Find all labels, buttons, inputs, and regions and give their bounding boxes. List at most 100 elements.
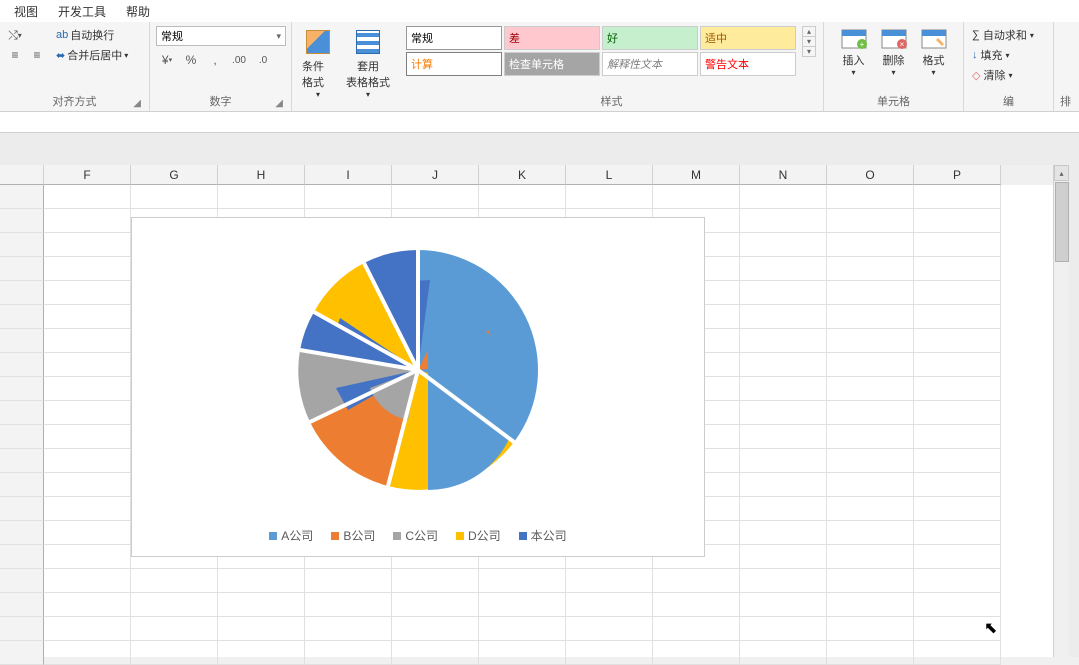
- col-header[interactable]: P: [914, 165, 1001, 185]
- conditional-format-button[interactable]: 条件格式 ▾: [298, 26, 338, 101]
- grid-cell[interactable]: [44, 473, 131, 497]
- grid-cell[interactable]: [566, 617, 653, 641]
- grid-cell[interactable]: [305, 593, 392, 617]
- percent-icon[interactable]: %: [180, 50, 202, 70]
- grid-cell[interactable]: [740, 233, 827, 257]
- chart-object[interactable]: A公司 B公司 C公司 D公司 本公司: [131, 217, 705, 557]
- grid-cell[interactable]: [827, 473, 914, 497]
- style-good[interactable]: 好: [602, 26, 698, 50]
- grid-cell[interactable]: [44, 617, 131, 641]
- grid-cell[interactable]: [44, 449, 131, 473]
- grid-cell[interactable]: [131, 641, 218, 665]
- grid-cell[interactable]: [827, 401, 914, 425]
- grid-cell[interactable]: [740, 185, 827, 209]
- grid-cell[interactable]: [914, 257, 1001, 281]
- grid-cell[interactable]: [44, 521, 131, 545]
- grid-cell[interactable]: [131, 569, 218, 593]
- grid-cell[interactable]: [479, 593, 566, 617]
- grid-cell[interactable]: [44, 209, 131, 233]
- grid-cell[interactable]: [827, 185, 914, 209]
- legend-item[interactable]: D公司: [456, 527, 501, 544]
- style-normal[interactable]: 常规: [406, 26, 502, 50]
- grid-cell[interactable]: [392, 617, 479, 641]
- grid-cell[interactable]: [914, 425, 1001, 449]
- grid-cell[interactable]: [305, 617, 392, 641]
- grid-cell[interactable]: [914, 401, 1001, 425]
- grid-cell[interactable]: [914, 449, 1001, 473]
- grid-cell[interactable]: [740, 473, 827, 497]
- grid-cell[interactable]: [740, 617, 827, 641]
- grid-cell[interactable]: [914, 209, 1001, 233]
- style-expl[interactable]: 解释性文本: [602, 52, 698, 76]
- grid-cell[interactable]: [740, 593, 827, 617]
- grid-cell[interactable]: [653, 185, 740, 209]
- row-header-corner[interactable]: [0, 165, 44, 185]
- grid-cell[interactable]: [914, 593, 1001, 617]
- grid-cell[interactable]: [827, 305, 914, 329]
- scroll-down-icon[interactable]: ▾: [803, 37, 815, 47]
- style-check[interactable]: 检查单元格: [504, 52, 600, 76]
- grid-cell[interactable]: [392, 185, 479, 209]
- grid-cell[interactable]: [740, 569, 827, 593]
- gallery-expand-icon[interactable]: ▾: [803, 47, 815, 56]
- grid-cell[interactable]: [479, 641, 566, 665]
- grid-cell[interactable]: [44, 641, 131, 665]
- grid-cell[interactable]: [566, 593, 653, 617]
- autosum-button[interactable]: ∑ 自动求和 ▾: [970, 26, 1036, 44]
- grid-cell[interactable]: [218, 617, 305, 641]
- grid-cell[interactable]: [131, 617, 218, 641]
- grid-cell[interactable]: [914, 185, 1001, 209]
- grid-cell[interactable]: [827, 641, 914, 665]
- grid-cell[interactable]: [131, 185, 218, 209]
- legend-item[interactable]: A公司: [269, 527, 313, 544]
- grid-cell[interactable]: [827, 617, 914, 641]
- orientation-icon[interactable]: ⤭▾: [6, 26, 24, 44]
- grid-cell[interactable]: [740, 497, 827, 521]
- grid-cell[interactable]: [44, 497, 131, 521]
- col-header[interactable]: J: [392, 165, 479, 185]
- grid-cell[interactable]: [914, 281, 1001, 305]
- grid-cell[interactable]: [44, 401, 131, 425]
- grid-cell[interactable]: [740, 377, 827, 401]
- style-warn[interactable]: 警告文本: [700, 52, 796, 76]
- indent-decrease-icon[interactable]: ≡: [6, 46, 24, 64]
- number-format-combo[interactable]: 常规 ▾: [156, 26, 286, 46]
- grid-cell[interactable]: [827, 449, 914, 473]
- grid-cell[interactable]: [305, 569, 392, 593]
- grid-cell[interactable]: [914, 521, 1001, 545]
- grid-cell[interactable]: [44, 305, 131, 329]
- grid-cell[interactable]: [740, 257, 827, 281]
- grid-cell[interactable]: [566, 569, 653, 593]
- currency-icon[interactable]: ¥▾: [156, 50, 178, 70]
- col-header[interactable]: O: [827, 165, 914, 185]
- grid-cell[interactable]: [914, 497, 1001, 521]
- scroll-up-icon[interactable]: ▴: [803, 27, 815, 37]
- grid-cell[interactable]: [44, 185, 131, 209]
- grid-cell[interactable]: [479, 569, 566, 593]
- grid-cell[interactable]: [740, 449, 827, 473]
- menu-dev[interactable]: 开发工具: [48, 3, 116, 20]
- dialog-launcher-icon[interactable]: ◢: [133, 98, 141, 109]
- grid-cell[interactable]: [479, 617, 566, 641]
- styles-gallery-more[interactable]: ▴ ▾ ▾: [802, 26, 816, 57]
- grid-cell[interactable]: [653, 617, 740, 641]
- grid-cell[interactable]: [740, 329, 827, 353]
- grid-cell[interactable]: [44, 425, 131, 449]
- grid-cell[interactable]: [827, 257, 914, 281]
- grid-cell[interactable]: [566, 641, 653, 665]
- grid-cell[interactable]: [740, 545, 827, 569]
- grid-cell[interactable]: [827, 209, 914, 233]
- merge-center-button[interactable]: ⬌ 合并后居中 ▾: [54, 46, 130, 64]
- col-header[interactable]: M: [653, 165, 740, 185]
- col-header[interactable]: L: [566, 165, 653, 185]
- grid-cell[interactable]: [392, 593, 479, 617]
- clear-button[interactable]: ◇ 清除 ▾: [970, 66, 1036, 84]
- grid-cell[interactable]: [305, 185, 392, 209]
- col-header[interactable]: I: [305, 165, 392, 185]
- increase-decimal-icon[interactable]: .00: [228, 50, 250, 70]
- grid-cell[interactable]: [44, 233, 131, 257]
- grid-cell[interactable]: [740, 209, 827, 233]
- grid-cell[interactable]: [914, 569, 1001, 593]
- grid-cell[interactable]: [305, 641, 392, 665]
- grid-cell[interactable]: [914, 233, 1001, 257]
